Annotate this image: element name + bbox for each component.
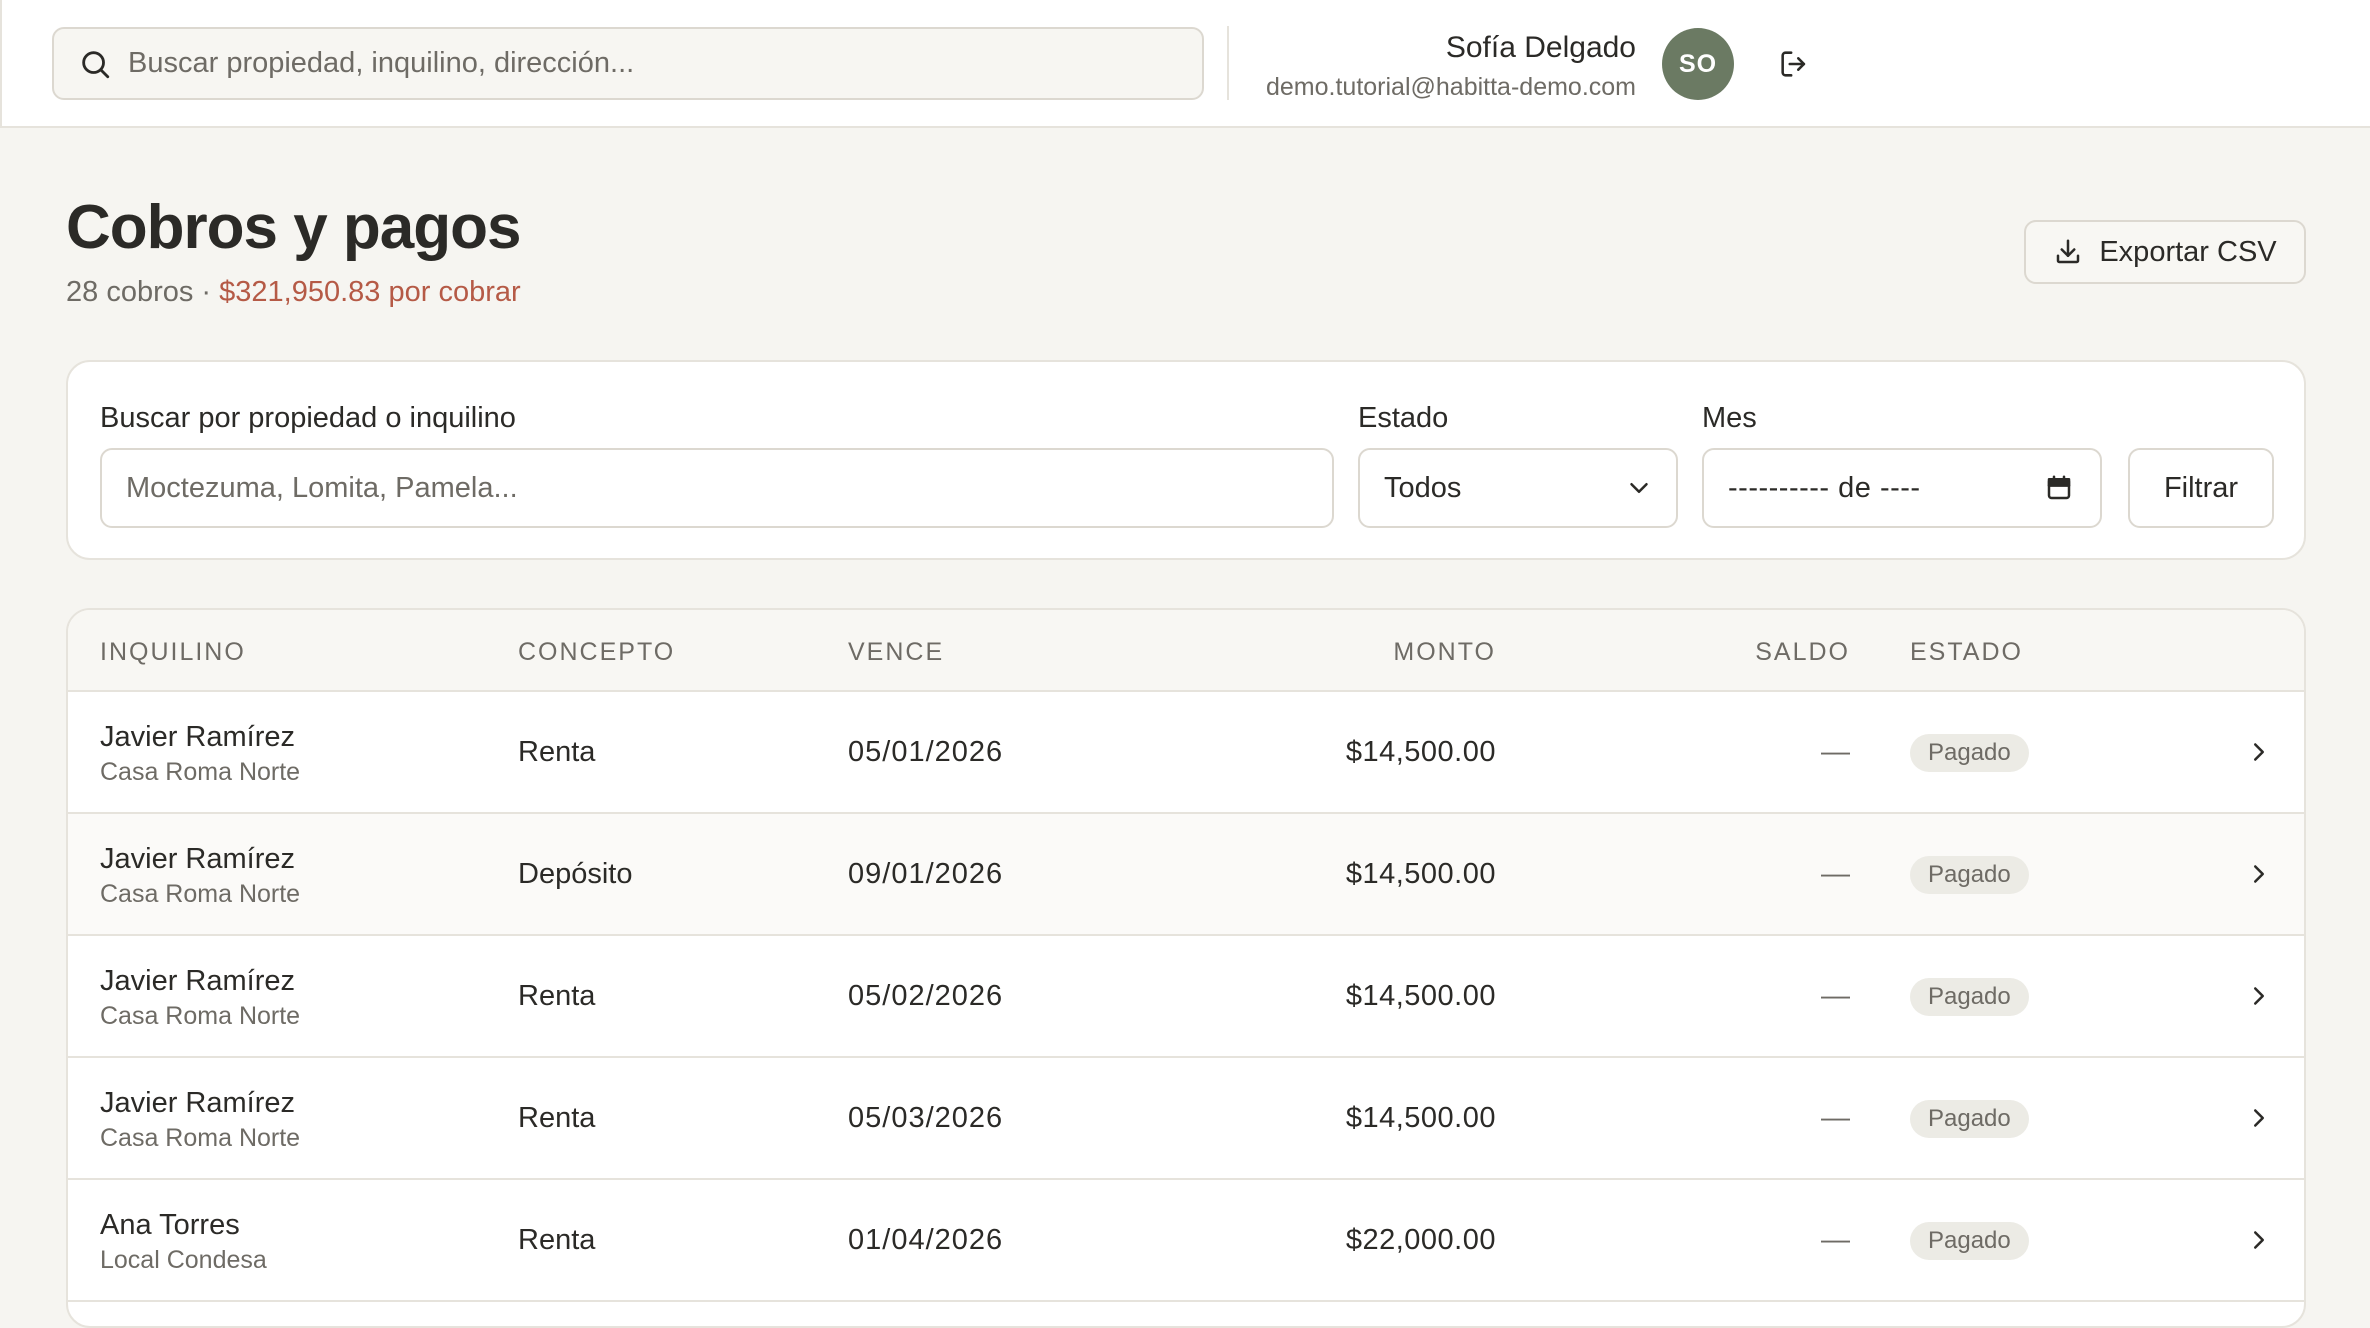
amount-cell: $14,500.00 <box>1345 858 1496 890</box>
concept-cell: Renta <box>518 736 596 768</box>
export-csv-button[interactable]: Exportar CSV <box>2024 220 2306 284</box>
column-header-status[interactable]: ESTADO <box>1910 636 2023 668</box>
column-header-due[interactable]: VENCE <box>848 636 944 668</box>
page-subtitle: 28 cobros · $321,950.83 por cobrar <box>66 272 521 312</box>
tenant-name: Javier Ramírez <box>100 721 295 753</box>
balance-cell: — <box>1821 858 1850 890</box>
chevron-right-icon[interactable] <box>2244 737 2274 767</box>
month-input[interactable]: ---------- de ---- <box>1702 448 2102 528</box>
balance-cell: — <box>1821 736 1850 768</box>
tenant-name: Javier Ramírez <box>100 1087 295 1119</box>
tenant-name: Javier Ramírez <box>100 965 295 997</box>
amount-cell: $22,000.00 <box>1345 1224 1496 1256</box>
top-bar: Sofía Delgado demo.tutorial@habitta-demo… <box>0 0 2370 128</box>
table-row[interactable]: Javier Ramírez Casa Roma Norte Renta 05/… <box>68 1058 2304 1180</box>
charges-count: 28 cobros <box>66 276 194 308</box>
filter-button[interactable]: Filtrar <box>2128 448 2274 528</box>
column-header-balance[interactable]: SALDO <box>1668 636 1850 668</box>
amount-cell: $14,500.00 <box>1345 980 1496 1012</box>
amount-due: $321,950.83 por cobrar <box>219 276 521 308</box>
status-select-value: Todos <box>1384 471 1462 504</box>
property-name: Casa Roma Norte <box>100 758 301 786</box>
property-name: Casa Roma Norte <box>100 1002 301 1030</box>
export-csv-label: Exportar CSV <box>2099 235 2277 268</box>
calendar-icon[interactable] <box>2044 473 2074 503</box>
concept-cell: Renta <box>518 1102 596 1134</box>
global-search[interactable] <box>52 27 1204 100</box>
property-name: Casa Roma Norte <box>100 1124 301 1152</box>
charges-table: INQUILINO CONCEPTO VENCE MONTO SALDO EST… <box>66 608 2306 1328</box>
due-date-cell: 05/01/2026 <box>848 736 1004 768</box>
global-search-input[interactable] <box>128 29 1202 98</box>
amount-cell: $14,500.00 <box>1345 1102 1496 1134</box>
status-badge: Pagado <box>1910 978 2029 1016</box>
concept-cell: Renta <box>518 1224 596 1256</box>
property-name: Casa Roma Norte <box>100 880 301 908</box>
chevron-right-icon[interactable] <box>2244 859 2274 889</box>
search-icon <box>78 47 112 81</box>
logout-icon <box>1777 47 1811 81</box>
status-badge: Pagado <box>1910 1100 2029 1138</box>
due-date-cell: 05/03/2026 <box>848 1102 1004 1134</box>
due-date-cell: 01/04/2026 <box>848 1224 1004 1256</box>
page-title: Cobros y pagos <box>66 193 522 262</box>
chevron-down-icon <box>1624 473 1654 503</box>
search-filter-box[interactable] <box>100 448 1334 528</box>
status-badge: Pagado <box>1910 734 2029 772</box>
table-header: INQUILINO CONCEPTO VENCE MONTO SALDO EST… <box>68 610 2304 692</box>
subtitle-separator: · <box>193 276 220 308</box>
logout-button[interactable] <box>1774 44 1814 84</box>
search-filter-label: Buscar por propiedad o inquilino <box>100 402 516 434</box>
filter-card: Buscar por propiedad o inquilino Estado … <box>66 360 2306 560</box>
column-header-tenant[interactable]: INQUILINO <box>100 636 246 668</box>
table-row[interactable]: Javier Ramírez Casa Roma Norte Renta 05/… <box>68 936 2304 1058</box>
status-badge: Pagado <box>1910 1222 2029 1260</box>
user-info: Sofía Delgado demo.tutorial@habitta-demo… <box>1266 26 1636 104</box>
status-select[interactable]: Todos <box>1358 448 1678 528</box>
user-email: demo.tutorial@habitta-demo.com <box>1266 73 1636 101</box>
month-filter-label: Mes <box>1702 402 1757 434</box>
column-header-amount[interactable]: MONTO <box>1168 636 1496 668</box>
chevron-right-icon[interactable] <box>2244 1103 2274 1133</box>
chevron-right-icon[interactable] <box>2244 1225 2274 1255</box>
chevron-right-icon[interactable] <box>2244 981 2274 1011</box>
property-name: Local Condesa <box>100 1246 267 1274</box>
status-filter-label: Estado <box>1358 402 1449 434</box>
avatar[interactable]: SO <box>1662 28 1734 100</box>
table-row[interactable]: Ana Torres Local Condesa Renta 01/04/202… <box>68 1180 2304 1302</box>
topbar-divider <box>1227 26 1229 100</box>
due-date-cell: 09/01/2026 <box>848 858 1004 890</box>
table-row[interactable]: Javier Ramírez Casa Roma Norte Depósito … <box>68 814 2304 936</box>
status-badge: Pagado <box>1910 856 2029 894</box>
concept-cell: Depósito <box>518 858 633 890</box>
balance-cell: — <box>1821 1224 1850 1256</box>
download-icon <box>2053 237 2083 267</box>
month-input-value: ---------- de ---- <box>1728 471 1921 504</box>
concept-cell: Renta <box>518 980 596 1012</box>
user-name: Sofía Delgado <box>1445 31 1636 64</box>
due-date-cell: 05/02/2026 <box>848 980 1004 1012</box>
balance-cell: — <box>1821 1102 1850 1134</box>
search-filter-input[interactable] <box>102 450 1332 526</box>
table-row[interactable]: Javier Ramírez Casa Roma Norte Renta 05/… <box>68 692 2304 814</box>
column-header-concept[interactable]: CONCEPTO <box>518 636 675 668</box>
balance-cell: — <box>1821 980 1850 1012</box>
tenant-name: Javier Ramírez <box>100 843 295 875</box>
amount-cell: $14,500.00 <box>1345 736 1496 768</box>
tenant-name: Ana Torres <box>100 1209 240 1241</box>
